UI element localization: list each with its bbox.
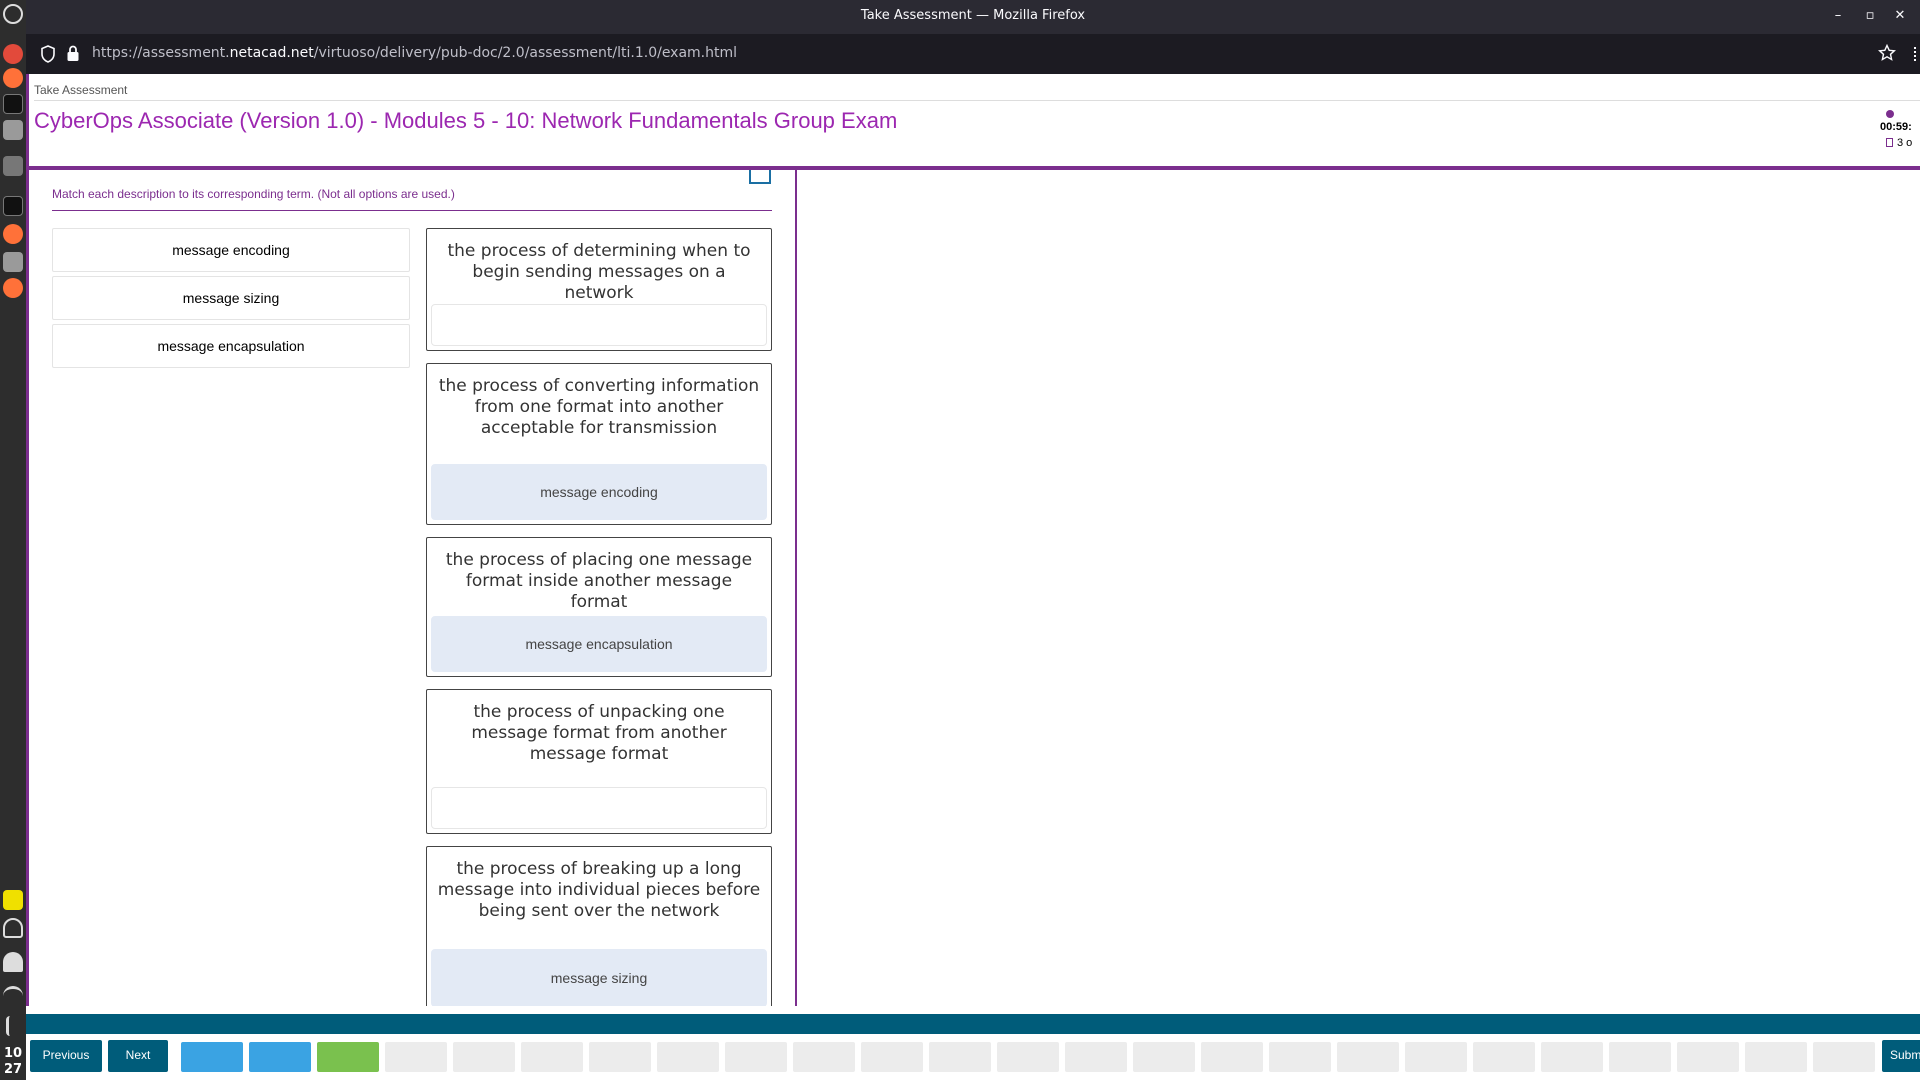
lightbulb-icon[interactable] (3, 918, 23, 938)
question-pane: Match each description to its correspond… (29, 170, 797, 1006)
notes-icon[interactable] (3, 890, 23, 910)
chrome-icon[interactable] (3, 44, 23, 64)
question-nav-item[interactable] (725, 1042, 787, 1072)
question-nav-item[interactable] (657, 1042, 719, 1072)
terminal-icon[interactable] (3, 94, 23, 114)
clock-icon (1886, 110, 1894, 118)
timer-value: 00:59: (1880, 121, 1912, 133)
firefox-window: Take Assessment — Mozilla Firefox – ▫ ✕ … (26, 0, 1920, 1080)
user-icon[interactable] (3, 952, 23, 972)
firefox-icon[interactable] (3, 224, 23, 244)
wifi-icon[interactable] (3, 986, 23, 1006)
question-nav-item[interactable] (1541, 1042, 1603, 1072)
question-nav-item[interactable] (1677, 1042, 1739, 1072)
divider (34, 100, 1920, 101)
drop-zone[interactable]: message encoding (431, 464, 767, 520)
question-count: 3 o (1897, 137, 1913, 149)
question-nav-item[interactable] (929, 1042, 991, 1072)
footer-nav: Previous Next Subm (26, 1014, 1920, 1080)
option-item[interactable]: message encoding (52, 228, 410, 272)
question-counter: 3 o (1880, 137, 1920, 149)
shield-icon[interactable] (40, 45, 56, 63)
question-nav-item[interactable] (1473, 1042, 1535, 1072)
question-nav-item[interactable] (589, 1042, 651, 1072)
question-nav-item[interactable] (1609, 1042, 1671, 1072)
target-description: the process of unpacking one message for… (471, 702, 727, 764)
next-button[interactable]: Next (108, 1040, 168, 1072)
clock: 10 27 (0, 1046, 26, 1078)
breadcrumb: Take Assessment (34, 83, 128, 97)
maximize-button[interactable]: ▫ (1860, 8, 1880, 23)
linux-mint-menu-icon[interactable] (3, 4, 23, 24)
drop-zone[interactable] (431, 787, 767, 829)
firefox-icon[interactable] (3, 278, 23, 298)
target-description: the process of placing one message forma… (445, 550, 753, 612)
url-prefix: https://assessment. (92, 45, 230, 61)
question-nav-item[interactable] (521, 1042, 583, 1072)
question-nav-item[interactable] (1813, 1042, 1875, 1072)
lock-icon[interactable] (66, 45, 80, 62)
title-bar: Take Assessment — Mozilla Firefox – ▫ ✕ (26, 0, 1920, 34)
submit-button[interactable]: Subm (1882, 1040, 1920, 1072)
question-nav-item[interactable] (1337, 1042, 1399, 1072)
question-nav-item[interactable] (1065, 1042, 1127, 1072)
minimize-button[interactable]: – (1828, 8, 1848, 23)
window-title: Take Assessment — Mozilla Firefox (860, 8, 1086, 23)
question-nav-item[interactable] (1201, 1042, 1263, 1072)
question-nav-item[interactable] (997, 1042, 1059, 1072)
drop-zone[interactable] (431, 304, 767, 346)
question-nav-item[interactable] (1133, 1042, 1195, 1072)
target-description: the process of converting information fr… (438, 376, 760, 438)
question-nav-item[interactable] (793, 1042, 855, 1072)
keyboard-icon[interactable] (749, 170, 771, 184)
question-nav-item[interactable] (317, 1042, 379, 1072)
target-description: the process of breaking up a long messag… (437, 859, 761, 921)
footer-bar (26, 1014, 1920, 1034)
question-nav-item[interactable] (181, 1042, 243, 1072)
match-target: the process of unpacking one message for… (426, 689, 772, 834)
clock-minute: 27 (3, 1062, 23, 1077)
option-item[interactable]: message sizing (52, 276, 410, 320)
files-icon[interactable] (3, 120, 23, 140)
previous-button[interactable]: Previous (30, 1040, 102, 1072)
question-nav-item[interactable] (1745, 1042, 1807, 1072)
question-nav-item[interactable] (1405, 1042, 1467, 1072)
url-path: /virtuoso/delivery/pub-doc/2.0/assessmen… (313, 45, 738, 61)
document-icon (1886, 138, 1893, 147)
terminal-icon[interactable] (3, 196, 23, 216)
target-description: the process of determining when to begin… (447, 241, 751, 303)
url-text[interactable]: https://assessment.netacad.net/virtuoso/… (92, 45, 737, 61)
match-target: the process of placing one message forma… (426, 537, 772, 677)
match-target: the process of determining when to begin… (426, 228, 772, 351)
url-bar[interactable]: https://assessment.netacad.net/virtuoso/… (26, 34, 1920, 74)
bookmark-star-icon[interactable] (1878, 44, 1896, 62)
timer-panel: 00:59: 3 o (1880, 108, 1920, 149)
match-target: the process of converting information fr… (426, 363, 772, 525)
divider (52, 210, 772, 211)
question-nav-item[interactable] (249, 1042, 311, 1072)
url-domain: netacad.net (229, 45, 314, 61)
files-icon[interactable] (3, 156, 23, 176)
page-title: CyberOps Associate (Version 1.0) - Modul… (34, 108, 898, 133)
files-icon[interactable] (3, 252, 23, 272)
option-item[interactable]: message encapsulation (52, 324, 410, 368)
os-dock: 10 27 (0, 0, 26, 1080)
music-icon[interactable] (6, 1016, 20, 1036)
question-nav-item[interactable] (453, 1042, 515, 1072)
drop-zone[interactable]: message sizing (431, 949, 767, 1006)
match-target: the process of breaking up a long messag… (426, 846, 772, 1006)
overflow-menu-icon[interactable] (1914, 47, 1918, 61)
drop-zone[interactable]: message encapsulation (431, 616, 767, 672)
assessment-page: Take Assessment CyberOps Associate (Vers… (26, 74, 1920, 1080)
question-nav-item[interactable] (861, 1042, 923, 1072)
firefox-icon[interactable] (3, 68, 23, 88)
clock-hour: 10 (3, 1046, 23, 1061)
question-nav-item[interactable] (1269, 1042, 1331, 1072)
question-nav-item[interactable] (385, 1042, 447, 1072)
question-instruction: Match each description to its correspond… (52, 187, 455, 201)
close-button[interactable]: ✕ (1890, 8, 1910, 23)
